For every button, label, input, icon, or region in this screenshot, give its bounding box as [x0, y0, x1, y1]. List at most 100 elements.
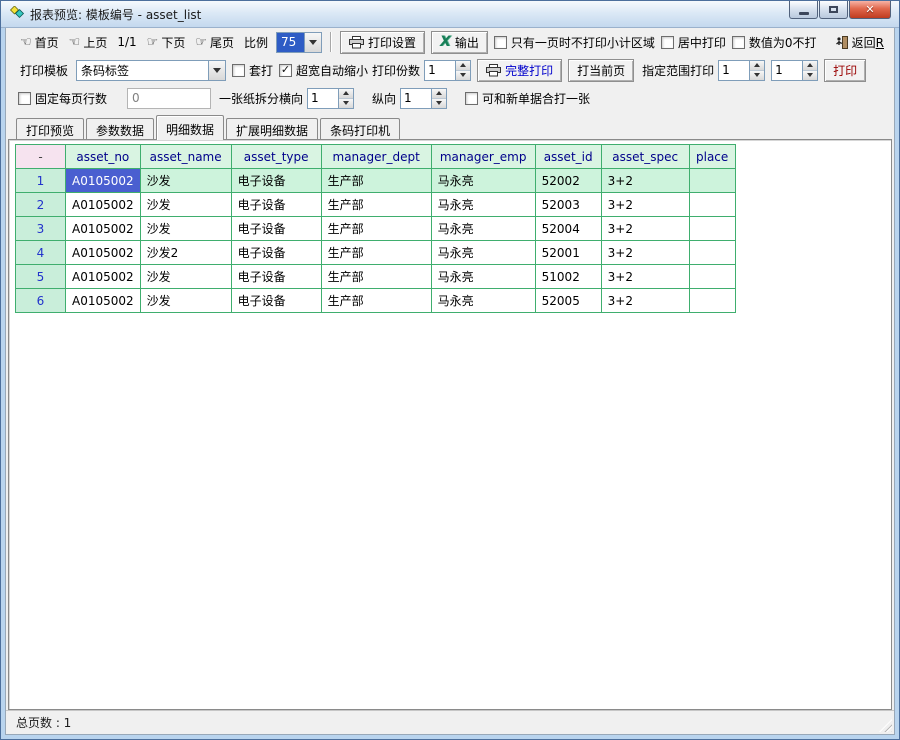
cell[interactable]: 沙发 — [140, 217, 231, 241]
cell[interactable]: 沙发2 — [140, 241, 231, 265]
cell[interactable]: 电子设备 — [231, 217, 321, 241]
cell[interactable]: 生产部 — [321, 265, 431, 289]
spin-down-icon[interactable] — [339, 99, 353, 108]
cell[interactable]: 生产部 — [321, 289, 431, 313]
split-vertical-stepper[interactable] — [400, 88, 447, 109]
cell[interactable]: 马永亮 — [431, 265, 535, 289]
spin-up-icon[interactable] — [339, 89, 353, 99]
cell[interactable]: 沙发 — [140, 169, 231, 193]
cell[interactable]: 52001 — [535, 241, 601, 265]
copies-stepper[interactable] — [424, 60, 471, 81]
prev-page-button[interactable]: ☜上页 — [67, 33, 110, 52]
spin-up-icon[interactable] — [803, 61, 817, 71]
cell[interactable]: 电子设备 — [231, 169, 321, 193]
range-from-input[interactable] — [719, 61, 749, 80]
cell[interactable]: 马永亮 — [431, 289, 535, 313]
cell[interactable] — [689, 169, 735, 193]
range-from-stepper[interactable] — [718, 60, 765, 81]
maximize-button[interactable] — [819, 1, 848, 19]
split-horizontal-input[interactable] — [308, 89, 338, 108]
checkbox-merge-with-new[interactable]: 可和新单据合打一张 — [465, 90, 590, 107]
print-button[interactable]: 打印 — [824, 59, 866, 82]
column-header-asset_name[interactable]: asset_name — [140, 145, 231, 169]
split-horizontal-stepper[interactable] — [307, 88, 354, 109]
cell[interactable]: 3+2 — [601, 217, 689, 241]
tab-print-preview[interactable]: 打印预览 — [16, 118, 84, 139]
cell[interactable]: 52004 — [535, 217, 601, 241]
cell[interactable]: 3+2 — [601, 289, 689, 313]
cell[interactable]: 52003 — [535, 193, 601, 217]
cell[interactable]: A0105002 — [66, 265, 141, 289]
checkbox-center-print[interactable]: 居中打印 — [661, 34, 726, 51]
row-number[interactable]: 4 — [16, 241, 66, 265]
tab-barcode-printer[interactable]: 条码打印机 — [320, 118, 400, 139]
cell[interactable] — [689, 265, 735, 289]
fixed-rows-input[interactable] — [127, 88, 211, 109]
cell[interactable] — [689, 241, 735, 265]
checkbox-overlay-print[interactable]: 套打 — [232, 62, 273, 79]
cell[interactable]: 52002 — [535, 169, 601, 193]
cell[interactable]: 马永亮 — [431, 193, 535, 217]
column-header-asset_no[interactable]: asset_no — [66, 145, 141, 169]
cell[interactable]: A0105002 — [66, 193, 141, 217]
row-number[interactable]: 6 — [16, 289, 66, 313]
checkbox-zero-no-print[interactable]: 数值为0不打 — [732, 34, 817, 51]
cell[interactable]: 3+2 — [601, 265, 689, 289]
cell[interactable]: 沙发 — [140, 265, 231, 289]
checkbox-fixed-rows[interactable]: 固定每页行数 — [18, 90, 107, 107]
minimize-button[interactable] — [789, 1, 818, 19]
copies-input[interactable] — [425, 61, 455, 80]
next-page-button[interactable]: ☞下页 — [145, 33, 188, 52]
spin-up-icon[interactable] — [432, 89, 446, 99]
print-current-page-button[interactable]: 打当前页 — [568, 59, 634, 82]
spin-down-icon[interactable] — [432, 99, 446, 108]
spin-down-icon[interactable] — [803, 71, 817, 80]
spin-up-icon[interactable] — [750, 61, 764, 71]
cell[interactable]: 生产部 — [321, 169, 431, 193]
resize-grip-icon[interactable] — [879, 719, 892, 732]
cell[interactable]: 52005 — [535, 289, 601, 313]
spin-down-icon[interactable] — [750, 71, 764, 80]
row-number[interactable]: 3 — [16, 217, 66, 241]
cell[interactable]: A0105002 — [66, 289, 141, 313]
cell[interactable]: 电子设备 — [231, 265, 321, 289]
template-combobox[interactable]: 条码标签 — [76, 60, 226, 81]
cell[interactable]: A0105002 — [66, 169, 141, 193]
cell[interactable]: 马永亮 — [431, 169, 535, 193]
first-page-button[interactable]: ☜首页 — [18, 33, 61, 52]
spin-down-icon[interactable] — [456, 71, 470, 80]
cell[interactable]: 马永亮 — [431, 217, 535, 241]
cell[interactable]: 沙发 — [140, 193, 231, 217]
cell[interactable] — [689, 289, 735, 313]
cell[interactable]: 3+2 — [601, 169, 689, 193]
column-header-asset_type[interactable]: asset_type — [231, 145, 321, 169]
tab-extended-detail-data[interactable]: 扩展明细数据 — [226, 118, 318, 139]
checkbox-no-subtotal-single-page[interactable]: 只有一页时不打印小计区域 — [494, 34, 655, 51]
grid-corner-header[interactable]: - — [16, 145, 66, 169]
return-button[interactable]: 返回R — [833, 33, 886, 52]
split-vertical-input[interactable] — [401, 89, 431, 108]
scale-combobox[interactable]: 75 — [276, 32, 322, 53]
print-settings-button[interactable]: 打印设置 — [340, 31, 425, 54]
export-button[interactable]: X 输出 — [431, 31, 488, 54]
row-number[interactable]: 5 — [16, 265, 66, 289]
column-header-place[interactable]: place — [689, 145, 735, 169]
cell[interactable]: A0105002 — [66, 217, 141, 241]
chevron-down-icon[interactable] — [304, 33, 321, 52]
cell[interactable] — [689, 217, 735, 241]
full-print-button[interactable]: 完整打印 — [477, 59, 562, 82]
close-button[interactable]: ✕ — [849, 1, 891, 19]
cell[interactable]: 3+2 — [601, 241, 689, 265]
column-header-manager_emp[interactable]: manager_emp — [431, 145, 535, 169]
cell[interactable]: A0105002 — [66, 241, 141, 265]
cell[interactable] — [689, 193, 735, 217]
cell[interactable]: 电子设备 — [231, 193, 321, 217]
range-to-input[interactable] — [772, 61, 802, 80]
cell[interactable]: 电子设备 — [231, 241, 321, 265]
cell[interactable]: 沙发 — [140, 289, 231, 313]
last-page-button[interactable]: ☞尾页 — [193, 33, 236, 52]
column-header-manager_dept[interactable]: manager_dept — [321, 145, 431, 169]
tab-parameter-data[interactable]: 参数数据 — [86, 118, 154, 139]
checkbox-auto-shrink[interactable]: 超宽自动缩小 — [279, 62, 368, 79]
cell[interactable]: 生产部 — [321, 193, 431, 217]
